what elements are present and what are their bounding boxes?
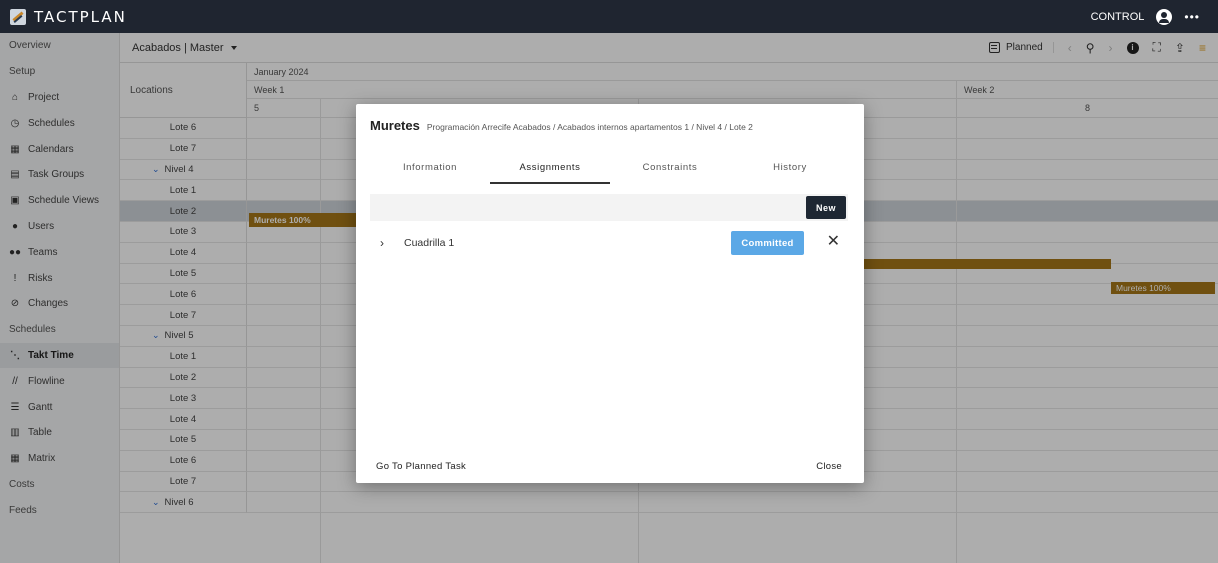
tab-constraints[interactable]: Constraints [610, 154, 730, 184]
tab-history[interactable]: History [730, 154, 850, 184]
expand-chevron-icon[interactable]: › [380, 236, 392, 250]
account-icon[interactable] [1156, 8, 1173, 25]
tab-assignments[interactable]: Assignments [490, 154, 610, 184]
dialog-footer: Go To Planned Task Close [376, 461, 842, 472]
new-assignment-button[interactable]: New [806, 196, 846, 219]
task-dialog: Muretes Programación Arrecife Acabados /… [356, 104, 864, 483]
dialog-tabs: Information Assignments Constraints Hist… [370, 154, 850, 184]
committed-status-button[interactable]: Committed [731, 231, 804, 255]
dialog-path: Programación Arrecife Acabados / Acabado… [426, 122, 753, 132]
tactplan-logo-icon [10, 8, 26, 25]
tab-information[interactable]: Information [370, 154, 490, 184]
dialog-header: Muretes Programación Arrecife Acabados /… [370, 118, 753, 133]
assignment-name: Cuadrilla 1 [404, 237, 455, 249]
assignments-action-bar: New [370, 194, 848, 221]
more-options-icon[interactable]: ••• [1184, 10, 1200, 24]
go-to-planned-task-button[interactable]: Go To Planned Task [376, 461, 466, 472]
dialog-title: Muretes [370, 118, 420, 133]
close-button[interactable]: Close [816, 461, 842, 472]
user-menu-label[interactable]: CONTROL [1091, 11, 1145, 23]
remove-assignment-icon[interactable]: ✕ [827, 233, 840, 251]
app-logo[interactable]: TACTPLAN [10, 8, 127, 26]
app-name: TACTPLAN [34, 7, 127, 26]
assignment-row[interactable]: › Cuadrilla 1 Committed ✕ [370, 229, 848, 257]
app-top-bar: TACTPLAN CONTROL ••• [0, 0, 1218, 33]
